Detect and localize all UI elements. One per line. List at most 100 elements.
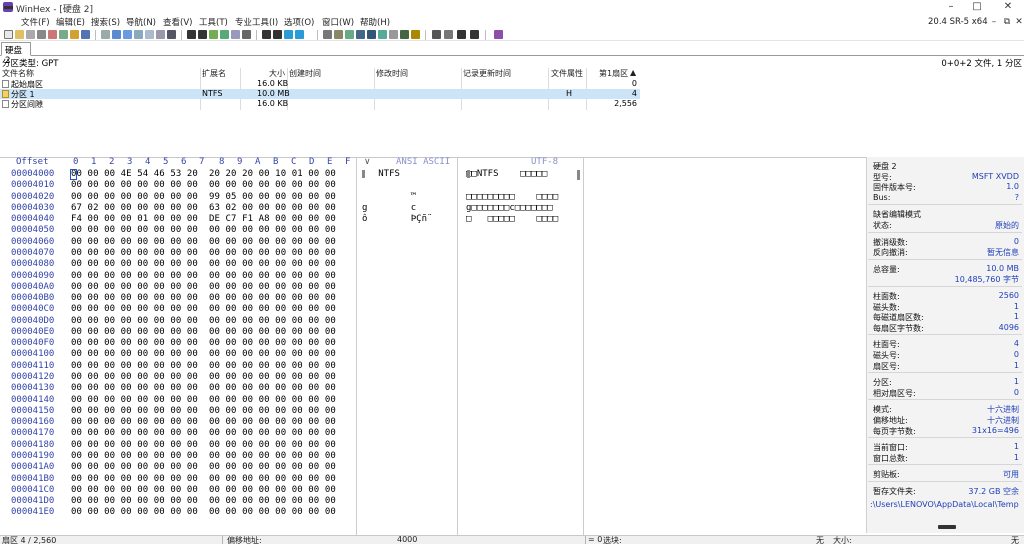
new-file-icon[interactable]: [4, 30, 13, 39]
find-again-icon[interactable]: [231, 30, 240, 39]
vertical-scroll-thumb[interactable]: [577, 170, 580, 180]
hex-row-bytes[interactable]: 00 00 00 00 00 00 00 00 00 00 00 00 00 0…: [71, 282, 336, 292]
hex-row-bytes[interactable]: 00 00 00 00 00 00 00 00 00 00 00 00 00 0…: [71, 440, 336, 450]
ram-editor-icon[interactable]: [334, 30, 343, 39]
tab-disk-2[interactable]: 硬盘 2: [1, 42, 31, 66]
goto-offset-icon[interactable]: [262, 30, 271, 39]
ansi-row-text[interactable]: NTFS: [362, 169, 400, 179]
menu-view[interactable]: 查看(V): [163, 16, 192, 28]
hash-icon[interactable]: [356, 30, 365, 39]
hex-row-bytes[interactable]: F4 00 00 00 01 00 00 00 DE C7 F1 A8 00 0…: [71, 214, 336, 224]
hex-row-bytes[interactable]: 00 00 00 00 00 00 00 00 00 00 00 00 00 0…: [71, 462, 336, 472]
hex-row-bytes[interactable]: 00 00 00 00 00 00 00 00 00 00 00 00 00 0…: [71, 417, 336, 427]
directory-row-selected[interactable]: 分区 1 NTFS 10.0 MB H 4: [0, 89, 640, 99]
hex-row-bytes[interactable]: 00 00 00 00 00 00 00 00 00 00 00 00 00 0…: [71, 338, 336, 348]
replace-text-icon[interactable]: [209, 30, 218, 39]
menu-edit[interactable]: 编辑(E): [56, 16, 85, 28]
hex-row-bytes[interactable]: 00 00 00 00 00 00 00 00 00 00 00 00 00 0…: [71, 485, 336, 495]
goto-sector-icon[interactable]: [273, 30, 282, 39]
hex-row-bytes[interactable]: 00 00 00 00 00 00 00 00 00 00 00 00 00 0…: [71, 349, 336, 359]
properties-icon[interactable]: [81, 30, 90, 39]
hex-row-bytes[interactable]: 00 00 00 00 00 00 00 00 00 00 00 00 00 0…: [71, 383, 336, 393]
calculator-icon[interactable]: [345, 30, 354, 39]
document-menu-icon[interactable]: [4, 6, 13, 9]
ansi-scroll-marker[interactable]: [362, 170, 365, 178]
hex-row-bytes[interactable]: 00 00 00 00 00 00 00 00 00 00 00 00 00 0…: [71, 496, 336, 506]
prev-icon[interactable]: [457, 30, 466, 39]
forward-icon[interactable]: [295, 30, 304, 39]
cut-icon[interactable]: [112, 30, 121, 39]
ansi-row-text[interactable]: ô ÞÇñ¨: [362, 214, 432, 224]
column-header-created[interactable]: 创建时间: [289, 68, 321, 78]
undo-icon[interactable]: [101, 30, 110, 39]
hex-row-bytes[interactable]: 00 00 00 00 00 00 00 00 00 00 00 00 00 0…: [71, 395, 336, 405]
hex-row-bytes[interactable]: 00 00 00 00 00 00 00 00 00 00 00 00 00 0…: [71, 180, 336, 190]
hex-row-bytes[interactable]: 00 00 00 4E 54 46 53 20 20 20 20 00 10 0…: [71, 169, 336, 179]
hex-row-bytes[interactable]: 00 00 00 00 00 00 00 00 00 00 00 00 00 0…: [71, 361, 336, 371]
hex-row-bytes[interactable]: 00 00 00 00 00 00 00 00 00 00 00 00 00 0…: [71, 316, 336, 326]
recover-icon[interactable]: [400, 30, 409, 39]
panel-grip[interactable]: [938, 525, 956, 529]
hex-row-bytes[interactable]: 00 00 00 00 00 00 00 00 00 00 00 00 00 0…: [71, 507, 336, 517]
hex-row-bytes[interactable]: 00 00 00 00 00 00 00 00 00 00 00 00 00 0…: [71, 259, 336, 269]
back-icon[interactable]: [284, 30, 293, 39]
write-icon[interactable]: [167, 30, 176, 39]
hex-row-bytes[interactable]: 00 00 00 00 00 00 00 00 99 05 00 00 00 0…: [71, 192, 336, 202]
hex-row-bytes[interactable]: 67 02 00 00 00 00 00 00 63 02 00 00 00 0…: [71, 203, 336, 213]
close-icon[interactable]: ✕: [998, 0, 1018, 14]
hex-row-bytes[interactable]: 00 00 00 00 00 00 00 00 00 00 00 00 00 0…: [71, 451, 336, 461]
charset-dropdown-button[interactable]: ∨: [364, 157, 371, 167]
utf8-row-text[interactable]: □□NTFS □□□□□: [466, 169, 547, 179]
interpreter-icon[interactable]: [378, 30, 387, 39]
disk-editor-icon[interactable]: [323, 30, 332, 39]
utf8-row-text[interactable]: □□□□□□□□□ □□□□: [466, 192, 558, 202]
template-icon[interactable]: [389, 30, 398, 39]
paste-special-icon[interactable]: [145, 30, 154, 39]
utf8-row-text[interactable]: g□□□□□□□c□□□□□□□: [466, 203, 553, 213]
menu-specialist-tools[interactable]: 专业工具(I): [235, 16, 278, 28]
snapshot-icon[interactable]: [59, 30, 68, 39]
hex-row-bytes[interactable]: 00 00 00 00 00 00 00 00 00 00 00 00 00 0…: [71, 428, 336, 438]
hex-row-bytes[interactable]: 00 00 00 00 00 00 00 00 00 00 00 00 00 0…: [71, 293, 336, 303]
column-header-attr[interactable]: 文件属性: [551, 68, 583, 78]
hex-row-bytes[interactable]: 00 00 00 00 00 00 00 00 00 00 00 00 00 0…: [71, 271, 336, 281]
hex-row-bytes[interactable]: 00 00 00 00 00 00 00 00 00 00 00 00 00 0…: [71, 248, 336, 258]
find-tools-icon[interactable]: [242, 30, 251, 39]
hex-row-bytes[interactable]: 00 00 00 00 00 00 00 00 00 00 00 00 00 0…: [71, 406, 336, 416]
menu-file[interactable]: 文件(F): [21, 16, 50, 28]
menu-help[interactable]: 帮助(H): [360, 16, 390, 28]
hex-row-bytes[interactable]: 00 00 00 00 00 00 00 00 00 00 00 00 00 0…: [71, 327, 336, 337]
menu-tools[interactable]: 工具(T): [199, 16, 228, 28]
next-bookmark-icon[interactable]: [470, 30, 479, 39]
directory-row[interactable]: 分区间隙 16.0 KB 2,556: [0, 99, 640, 109]
column-header-name[interactable]: 文件名称: [2, 68, 34, 78]
column-header-accessed[interactable]: 记录更新时间: [463, 68, 511, 78]
replace-hex-icon[interactable]: [220, 30, 229, 39]
hex-row-bytes[interactable]: 00 00 00 00 00 00 00 00 00 00 00 00 00 0…: [71, 372, 336, 382]
save-icon[interactable]: [37, 30, 46, 39]
hex-row-bytes[interactable]: 00 00 00 00 00 00 00 00 00 00 00 00 00 0…: [71, 225, 336, 235]
column-header-size[interactable]: 大小: [269, 68, 285, 78]
open-disk-icon[interactable]: [48, 30, 57, 39]
maximize-icon[interactable]: □: [967, 0, 987, 14]
open-file-icon[interactable]: [15, 30, 24, 39]
doc-minimize-icon[interactable]: –: [987, 15, 1001, 29]
find-hex-icon[interactable]: [198, 30, 207, 39]
doc-close-icon[interactable]: ✕: [1012, 15, 1024, 29]
column-header-first-sector[interactable]: 第1扇区: [599, 68, 628, 78]
ansi-row-text[interactable]: g c: [362, 203, 416, 213]
column-header-ext[interactable]: 扩展名: [202, 68, 226, 78]
table-icon[interactable]: [432, 30, 441, 39]
ansi-row-text[interactable]: ™: [362, 192, 416, 202]
utf8-scroll-marker[interactable]: [467, 170, 470, 178]
menu-window[interactable]: 窗口(W): [322, 16, 354, 28]
minimize-icon[interactable]: –: [941, 0, 961, 14]
script-icon[interactable]: [411, 30, 420, 39]
directory-row[interactable]: 起始扇区 16.0 KB 0: [0, 79, 640, 89]
find-text-icon[interactable]: [187, 30, 196, 39]
fill-icon[interactable]: [156, 30, 165, 39]
menu-navigate[interactable]: 导航(N): [126, 16, 156, 28]
utf8-row-text[interactable]: □ □□□□□ □□□□: [466, 214, 558, 224]
column-header-modified[interactable]: 修改时间: [376, 68, 408, 78]
hex-row-bytes[interactable]: 00 00 00 00 00 00 00 00 00 00 00 00 00 0…: [71, 474, 336, 484]
